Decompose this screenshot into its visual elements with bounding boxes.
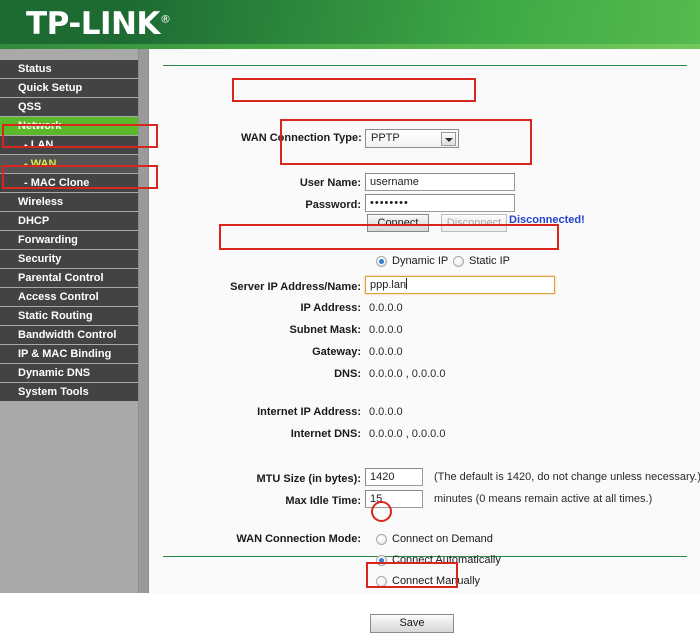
max-idle-time-label: Max Idle Time: xyxy=(285,495,361,507)
connection-status-text: Disconnected! xyxy=(509,214,585,226)
main-content: WAN Connection Type: PPTP User Name: use… xyxy=(149,49,700,633)
server-ip-input[interactable]: ppp.lan xyxy=(365,276,555,294)
sidebar-item-quick-setup[interactable]: Quick Setup xyxy=(0,79,148,98)
server-ip-label: Server IP Address/Name: xyxy=(230,281,361,293)
wan-connection-mode-label: WAN Connection Mode: xyxy=(236,533,361,545)
sidebar-scrollbar[interactable] xyxy=(138,49,148,593)
max-idle-time-input[interactable]: 15 xyxy=(365,490,423,508)
sidebar-item-ip-mac-binding[interactable]: IP & MAC Binding xyxy=(0,345,148,364)
sidebar-item-parental-control[interactable]: Parental Control xyxy=(0,269,148,288)
sidebar-item-lan[interactable]: - LAN xyxy=(0,136,148,155)
info-value-3: 0.0.0.0 , 0.0.0.0 xyxy=(369,368,446,380)
disconnect-button: Disconnect xyxy=(441,214,507,232)
sidebar-item-access-control[interactable]: Access Control xyxy=(0,288,148,307)
sidebar-item-wireless[interactable]: Wireless xyxy=(0,193,148,212)
radio-wan-mode-label-0: Connect on Demand xyxy=(392,533,493,545)
tp-link-logo: TP-LINK® xyxy=(26,6,171,42)
max-idle-time-note: minutes (0 means remain active at all ti… xyxy=(434,493,653,505)
info-value-2: 0.0.0.0 xyxy=(369,346,403,358)
content-top-divider xyxy=(163,65,687,66)
radio-dynamic-ip[interactable] xyxy=(376,256,387,267)
logo-text: TP-LINK xyxy=(26,6,160,42)
radio-wan-mode-label-1: Connect Automatically xyxy=(392,554,501,566)
body-area: Status Quick Setup QSS Network - LAN - WAN - M… xyxy=(0,49,700,633)
sidebar-item-network[interactable]: Network xyxy=(0,117,148,136)
sidebar-top-padding xyxy=(0,49,148,60)
save-button[interactable]: Save xyxy=(370,614,454,633)
wan-connection-type-select[interactable]: PPTP xyxy=(365,129,459,148)
internet-label-1: Internet DNS: xyxy=(290,428,361,440)
radio-static-ip[interactable] xyxy=(453,256,464,267)
chevron-down-icon[interactable] xyxy=(441,132,456,146)
registered-mark-icon: ® xyxy=(159,12,171,26)
internet-value-1: 0.0.0.0 , 0.0.0.0 xyxy=(369,428,446,440)
password-label: Password: xyxy=(305,199,361,211)
radio-wan-mode-2[interactable] xyxy=(376,576,387,587)
sidebar-item-qss[interactable]: QSS xyxy=(0,98,148,117)
sidebar-item-static-routing[interactable]: Static Routing xyxy=(0,307,148,326)
sidebar-item-list: Status Quick Setup QSS Network - LAN - WAN - M… xyxy=(0,60,148,402)
radio-dynamic-ip-label: Dynamic IP xyxy=(392,255,449,267)
internet-label-0: Internet IP Address: xyxy=(257,406,361,418)
wan-connection-type-value: PPTP xyxy=(371,132,400,144)
sidebar-item-dynamic-dns[interactable]: Dynamic DNS xyxy=(0,364,148,383)
info-value-0: 0.0.0.0 xyxy=(369,302,403,314)
internet-value-0: 0.0.0.0 xyxy=(369,406,403,418)
info-label-0: IP Address: xyxy=(300,302,361,314)
username-label: User Name: xyxy=(299,177,361,189)
username-input[interactable]: username xyxy=(365,173,515,191)
radio-wan-mode-0[interactable] xyxy=(376,534,387,545)
sidebar-nav: Status Quick Setup QSS Network - LAN - WAN - M… xyxy=(0,49,149,593)
info-label-2: Gateway: xyxy=(312,346,361,358)
sidebar-item-security[interactable]: Security xyxy=(0,250,148,269)
radio-static-ip-label: Static IP xyxy=(469,255,510,267)
radio-wan-mode-label-2: Connect Manually xyxy=(392,575,481,587)
sidebar-item-bandwidth-control[interactable]: Bandwidth Control xyxy=(0,326,148,345)
sidebar-item-status[interactable]: Status xyxy=(0,60,148,79)
sidebar-item-system-tools[interactable]: System Tools xyxy=(0,383,148,402)
sidebar-item-wan[interactable]: - WAN xyxy=(0,155,148,174)
radio-wan-mode-1[interactable] xyxy=(376,555,387,566)
server-ip-value: ppp.lan xyxy=(370,279,407,291)
mtu-size-label: MTU Size (in bytes): xyxy=(256,473,361,485)
text-caret xyxy=(406,278,408,289)
connect-button[interactable]: Connect xyxy=(367,214,429,232)
sidebar-item-dhcp[interactable]: DHCP xyxy=(0,212,148,231)
info-label-1: Subnet Mask: xyxy=(289,324,361,336)
mtu-size-input[interactable]: 1420 xyxy=(365,468,423,486)
sidebar-item-mac-clone[interactable]: - MAC Clone xyxy=(0,174,148,193)
info-value-1: 0.0.0.0 xyxy=(369,324,403,336)
password-input[interactable]: •••••••• xyxy=(365,194,515,212)
wan-connection-type-label: WAN Connection Type: xyxy=(241,132,362,144)
sidebar-item-forwarding[interactable]: Forwarding xyxy=(0,231,148,250)
app-header: TP-LINK® xyxy=(0,0,700,49)
mtu-size-note: (The default is 1420, do not change unle… xyxy=(434,471,700,483)
info-label-3: DNS: xyxy=(334,368,361,380)
